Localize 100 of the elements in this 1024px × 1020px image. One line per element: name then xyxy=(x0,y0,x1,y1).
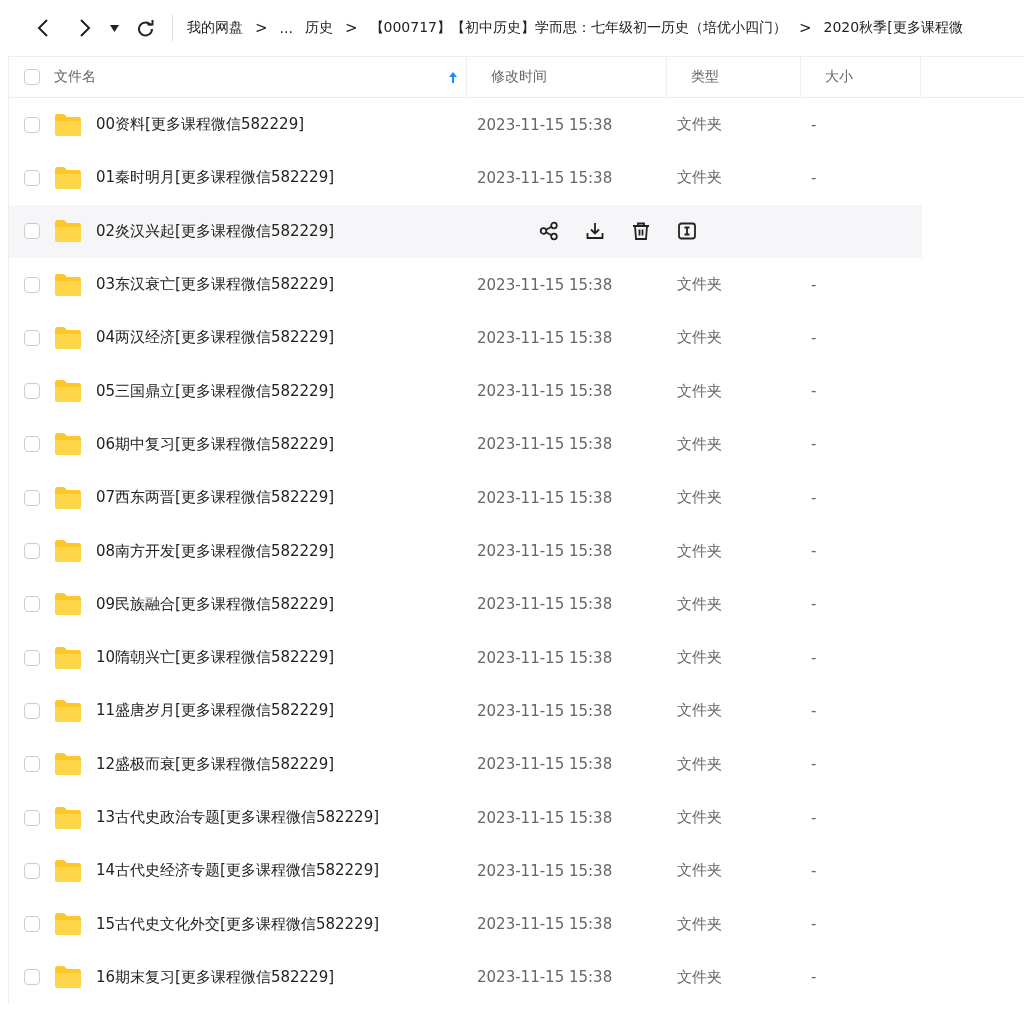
folder-icon xyxy=(54,912,82,937)
row-checkbox[interactable] xyxy=(24,116,40,133)
modified-time: 2023-11-15 15:38 xyxy=(477,542,613,560)
file-name[interactable]: 02炎汉兴起[更多课程微信582229] xyxy=(96,221,335,241)
breadcrumb-link[interactable]: 2020秋季[更多课程微 xyxy=(823,19,963,37)
row-checkbox[interactable] xyxy=(24,596,40,613)
folder-icon xyxy=(54,272,82,297)
breadcrumb-link[interactable]: ... xyxy=(279,20,293,36)
row-checkbox[interactable] xyxy=(24,756,40,773)
file-type: 文件夹 xyxy=(677,168,722,188)
delete-icon[interactable] xyxy=(631,221,651,242)
file-type: 文件夹 xyxy=(677,381,722,401)
breadcrumb-link[interactable]: 【000717】【初中历史】学而思：七年级初一历史（培优小四门） xyxy=(369,19,787,37)
folder-icon xyxy=(54,539,82,563)
column-header[interactable]: 修改时间 xyxy=(491,68,547,86)
file-name[interactable]: 08南方开发[更多课程微信582229] xyxy=(96,541,335,561)
modified-time: 2023-11-15 15:38 xyxy=(477,701,613,720)
download-icon[interactable] xyxy=(585,221,605,242)
file-name[interactable]: 12盛极而衰[更多课程微信582229] xyxy=(96,754,335,774)
folder-icon xyxy=(54,325,82,350)
folder-icon xyxy=(54,965,82,990)
file-size: - xyxy=(811,328,817,347)
row-checkbox[interactable] xyxy=(24,223,40,240)
column-header[interactable]: 文件名 xyxy=(54,68,96,86)
folder-icon xyxy=(54,165,82,190)
sort-arrow-icon[interactable] xyxy=(448,70,458,84)
rename-icon[interactable] xyxy=(677,221,697,242)
modified-time: 2023-11-15 15:38 xyxy=(477,915,613,934)
share-icon[interactable] xyxy=(539,221,559,242)
file-size: - xyxy=(811,648,817,667)
file-name[interactable]: 00资料[更多课程微信582229] xyxy=(96,115,305,135)
file-name[interactable]: 15古代史文化外交[更多课程微信582229] xyxy=(96,914,380,934)
file-name[interactable]: 09民族融合[更多课程微信582229] xyxy=(96,594,335,614)
file-name[interactable]: 13古代史政治专题[更多课程微信582229] xyxy=(96,808,380,827)
file-size: - xyxy=(811,808,817,827)
file-size: - xyxy=(811,382,817,401)
file-type: 文件夹 xyxy=(677,754,722,774)
modified-time: 2023-11-15 15:38 xyxy=(477,861,613,880)
file-name[interactable]: 10隋朝兴亡[更多课程微信582229] xyxy=(96,648,335,668)
file-type: 文件夹 xyxy=(677,967,722,987)
breadcrumb-separator: > xyxy=(798,19,812,37)
folder-icon xyxy=(54,858,82,883)
row-checkbox[interactable] xyxy=(24,276,40,293)
row-checkbox[interactable] xyxy=(24,702,40,719)
modified-time: 2023-11-15 15:38 xyxy=(477,275,613,294)
dropdown-icon[interactable] xyxy=(110,24,119,32)
row-checkbox[interactable] xyxy=(24,436,40,453)
back-icon[interactable] xyxy=(36,18,50,38)
file-type: 文件夹 xyxy=(677,488,722,508)
file-size: - xyxy=(811,915,817,934)
folder-icon xyxy=(54,698,82,723)
file-name[interactable]: 05三国鼎立[更多课程微信582229] xyxy=(96,381,335,401)
row-checkbox[interactable] xyxy=(24,969,40,986)
file-size: - xyxy=(811,115,817,134)
breadcrumb-link[interactable]: 我的网盘 xyxy=(187,19,243,37)
row-checkbox[interactable] xyxy=(24,809,40,826)
file-type: 文件夹 xyxy=(677,115,722,135)
row-checkbox[interactable] xyxy=(24,649,40,666)
file-name[interactable]: 01秦时明月[更多课程微信582229] xyxy=(96,168,335,188)
modified-time: 2023-11-15 15:38 xyxy=(477,435,613,454)
file-name[interactable]: 03东汉衰亡[更多课程微信582229] xyxy=(96,275,335,295)
file-name[interactable]: 04两汉经济[更多课程微信582229] xyxy=(96,328,335,348)
folder-icon xyxy=(54,219,82,244)
forward-icon[interactable] xyxy=(78,18,92,38)
file-size: - xyxy=(811,968,817,987)
column-header[interactable]: 大小 xyxy=(825,68,853,86)
breadcrumb-separator: > xyxy=(344,19,358,37)
refresh-icon[interactable] xyxy=(137,19,154,37)
row-checkbox[interactable] xyxy=(24,862,40,879)
row-checkbox[interactable] xyxy=(24,916,40,933)
breadcrumb-link[interactable]: 历史 xyxy=(304,19,333,37)
modified-time: 2023-11-15 15:38 xyxy=(477,755,613,774)
folder-icon xyxy=(54,805,82,830)
select-all-checkbox[interactable] xyxy=(24,69,40,85)
row-checkbox[interactable] xyxy=(24,329,40,346)
file-name[interactable]: 14古代史经济专题[更多课程微信582229] xyxy=(96,861,380,881)
file-size: - xyxy=(811,275,817,294)
modified-time: 2023-11-15 15:38 xyxy=(477,328,613,347)
file-type: 文件夹 xyxy=(677,648,722,668)
file-name[interactable]: 07西东两晋[更多课程微信582229] xyxy=(96,488,335,508)
row-checkbox[interactable] xyxy=(24,489,40,506)
row-checkbox[interactable] xyxy=(24,169,40,186)
row-checkbox[interactable] xyxy=(24,383,40,400)
file-name[interactable]: 11盛唐岁月[更多课程微信582229] xyxy=(96,701,335,721)
file-size: - xyxy=(811,755,817,774)
file-name[interactable]: 06期中复习[更多课程微信582229] xyxy=(96,434,335,454)
folder-icon xyxy=(54,485,82,510)
column-header[interactable]: 类型 xyxy=(691,68,719,86)
file-size: - xyxy=(811,168,817,187)
file-type: 文件夹 xyxy=(677,434,722,454)
file-type: 文件夹 xyxy=(677,275,722,295)
file-name[interactable]: 16期末复习[更多课程微信582229] xyxy=(96,967,335,987)
modified-time: 2023-11-15 15:38 xyxy=(477,648,613,667)
folder-icon xyxy=(54,379,82,404)
file-size: - xyxy=(811,435,817,454)
modified-time: 2023-11-15 15:38 xyxy=(477,115,613,134)
row-checkbox[interactable] xyxy=(24,543,40,559)
row-highlight[interactable]: 02炎汉兴起[更多课程微信582229] xyxy=(9,204,922,258)
file-type: 文件夹 xyxy=(677,594,722,614)
modified-time: 2023-11-15 15:38 xyxy=(477,595,613,614)
